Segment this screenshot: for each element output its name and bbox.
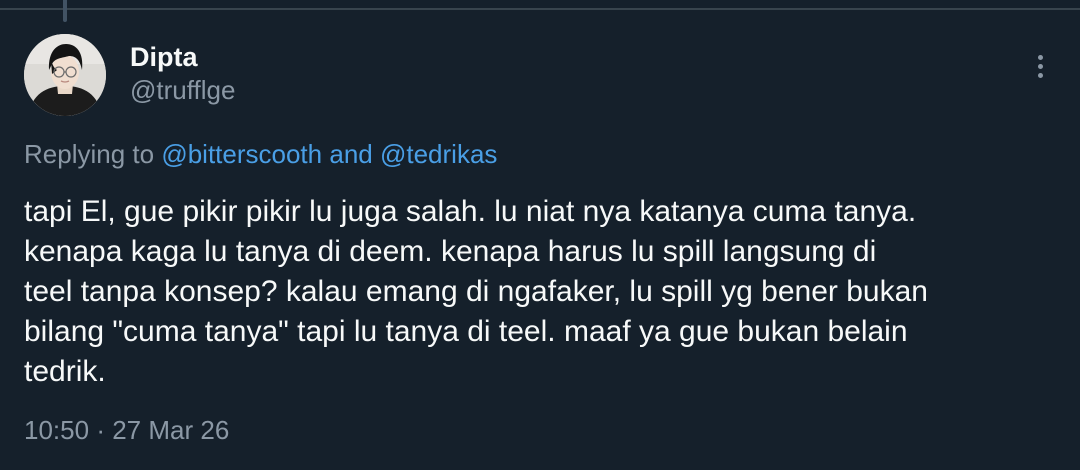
user-handle[interactable]: @trufflge <box>130 75 235 105</box>
avatar-photo-icon <box>24 34 106 116</box>
tweet-timestamp: 10:50 · 27 Mar 26 <box>24 414 229 446</box>
tweet-time[interactable]: 10:50 <box>24 415 89 445</box>
tweet-text-line: tapi El, gue pikir pikir lu juga salah. … <box>24 195 917 228</box>
avatar[interactable] <box>24 34 106 116</box>
more-vertical-icon <box>1037 54 1043 60</box>
meta-separator: · <box>96 415 105 445</box>
reply-conjunction[interactable]: and <box>329 139 372 169</box>
replying-to-prefix: Replying to <box>24 139 155 169</box>
reply-mention-link[interactable]: @tedrikas <box>380 139 497 169</box>
tweet-text-line: bilang "cuma tanya" tapi lu tanya di tee… <box>24 315 908 348</box>
replying-to-line: Replying to @bitterscooth and @tedrikas <box>24 138 497 170</box>
tweet-text-line: tedrik. <box>24 355 106 388</box>
tweet-date[interactable]: 27 Mar 26 <box>112 415 229 445</box>
thread-connector-line <box>63 0 67 22</box>
more-vertical-icon-dot <box>1037 63 1043 69</box>
tweet-text-line: teel tanpa konsep? kalau emang di ngafak… <box>24 275 928 308</box>
more-vertical-icon-dot <box>1037 72 1043 78</box>
tweet-text: tapi El, gue pikir pikir lu juga salah. … <box>24 192 1054 392</box>
top-divider <box>0 8 1080 10</box>
user-info: Dipta @trufflge <box>130 42 235 105</box>
display-name[interactable]: Dipta <box>130 42 235 72</box>
more-options-button[interactable] <box>1022 48 1058 84</box>
reply-mention-link[interactable]: @bitterscooth <box>161 139 322 169</box>
tweet-text-line: kenapa kaga lu tanya di deem. kenapa har… <box>24 235 877 268</box>
